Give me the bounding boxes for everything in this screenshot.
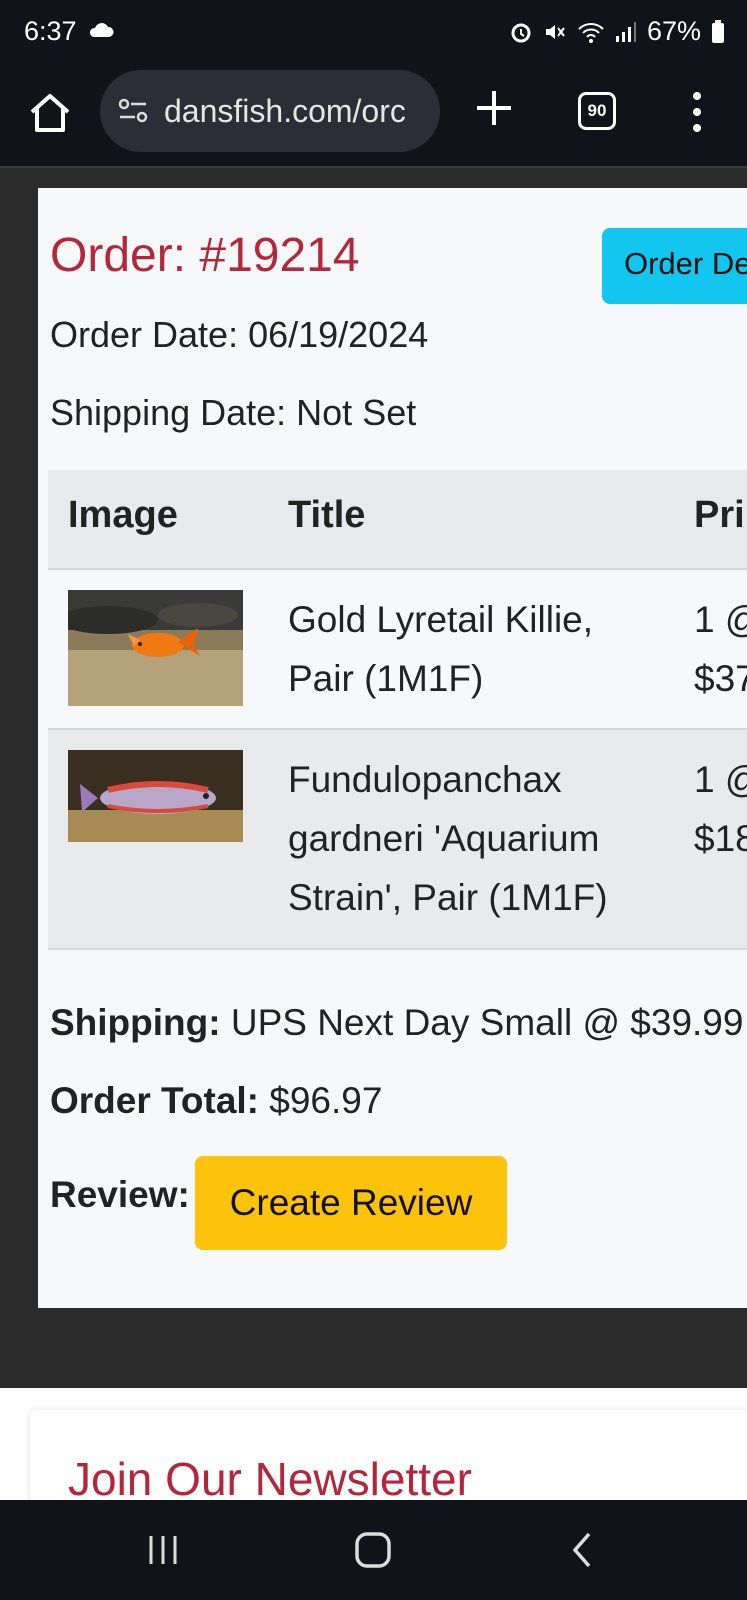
address-bar[interactable]: dansfish.com/orc — [100, 70, 440, 152]
mute-icon — [545, 24, 565, 39]
item-amount: $37 — [694, 658, 747, 699]
create-review-button[interactable]: Create Review — [195, 1156, 507, 1250]
order-items-table: Image Title Pri Gold Lyretail Killie, Pa… — [48, 470, 747, 950]
status-bar: 6:37 67% — [0, 0, 747, 66]
recents-icon[interactable] — [143, 1530, 183, 1570]
header-title: Title — [288, 494, 366, 536]
item-qty: 1 @ — [694, 759, 747, 800]
table-row: Gold Lyretail Killie, Pair (1M1F) 1 @$37 — [48, 570, 747, 730]
shipping-date: Shipping Date: Not Set — [50, 392, 417, 433]
plus-icon[interactable] — [474, 88, 514, 128]
signal-icon — [615, 21, 636, 42]
review-label: Review: — [50, 1174, 190, 1215]
wifi-icon — [578, 22, 604, 43]
item-price: 1 @$18 — [694, 750, 747, 868]
item-amount: $18 — [694, 818, 747, 859]
shipping-label: Shipping: — [50, 1002, 221, 1043]
navigation-bar — [0, 1500, 747, 1600]
item-title[interactable]: Fundulopanchax gardneri 'Aquarium Strain… — [288, 750, 648, 927]
shipping-value: UPS Next Day Small @ $39.99 — [230, 1002, 744, 1043]
page-content: Order: #19214 Order De Order Date: 06/19… — [0, 168, 747, 1500]
order-total: Order Total: $96.97 — [50, 1080, 382, 1122]
url-text[interactable]: dansfish.com/orc — [164, 93, 406, 130]
home-nav-icon[interactable] — [353, 1530, 393, 1570]
order-card: Order: #19214 Order De Order Date: 06/19… — [38, 188, 747, 1308]
item-title[interactable]: Gold Lyretail Killie, Pair (1M1F) — [288, 590, 648, 708]
back-icon[interactable] — [563, 1530, 603, 1570]
browser-toolbar: dansfish.com/orc 90 — [0, 66, 747, 168]
table-header: Image Title Pri — [48, 470, 747, 570]
tab-count: 90 — [587, 101, 607, 120]
alarm-icon — [511, 23, 531, 42]
status-time: 6:37 — [24, 16, 77, 46]
product-image[interactable] — [68, 590, 243, 706]
home-icon[interactable] — [28, 90, 72, 134]
site-settings-icon[interactable] — [118, 96, 148, 126]
battery-icon — [712, 19, 724, 43]
more-menu-icon[interactable] — [690, 90, 704, 134]
total-value: $96.97 — [269, 1080, 383, 1121]
table-row: Fundulopanchax gardneri 'Aquarium Strain… — [48, 730, 747, 950]
item-price: 1 @$37 — [694, 590, 747, 708]
item-qty: 1 @ — [694, 599, 747, 640]
order-title: Order: #19214 — [50, 229, 360, 282]
order-details-button[interactable]: Order De — [602, 228, 747, 304]
total-label: Order Total: — [50, 1080, 259, 1121]
newsletter-card: Join Our Newsletter — [30, 1410, 747, 1500]
header-image: Image — [68, 494, 178, 536]
cloud-icon — [89, 23, 114, 37]
newsletter-section: Join Our Newsletter — [0, 1388, 747, 1500]
tabs-icon[interactable]: 90 — [578, 92, 616, 130]
battery-percent: 67% — [646, 16, 701, 46]
shipping-summary: Shipping: UPS Next Day Small @ $39.99 — [50, 1002, 743, 1044]
product-image[interactable] — [68, 750, 243, 842]
order-date: Order Date: 06/19/2024 — [50, 314, 429, 355]
newsletter-title: Join Our Newsletter — [68, 1453, 472, 1500]
header-price: Pri — [694, 494, 745, 536]
